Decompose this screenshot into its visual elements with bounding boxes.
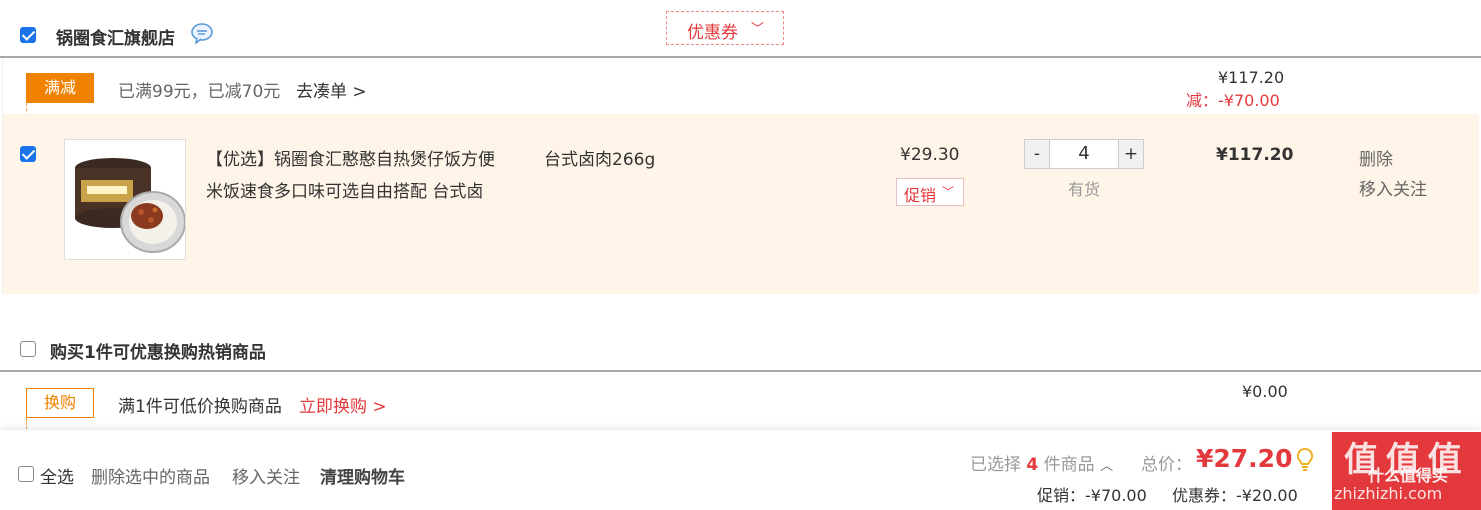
lightbulb-icon[interactable]	[1296, 447, 1314, 473]
promo-reduced: 减：-¥70.00	[1186, 91, 1280, 110]
exchange-link[interactable]: 立即换购 >	[299, 392, 387, 417]
delete-selected-link[interactable]: 删除选中的商品	[91, 463, 210, 488]
item-spec: 台式卤肉266g	[544, 150, 656, 170]
item-promo-button[interactable]: 促销 ﹀	[896, 178, 964, 206]
chevron-down-icon: ﹀	[942, 185, 955, 199]
section2-divider	[0, 370, 1481, 372]
coupon-button[interactable]: 优惠券 ﹀	[666, 11, 784, 45]
promo-tag: 满减	[26, 73, 94, 103]
footer-move-follow-link[interactable]: 移入关注	[232, 463, 300, 488]
exchange-amount: ¥0.00	[1242, 382, 1288, 401]
shop-name[interactable]: 锅圈食汇旗舰店	[56, 24, 175, 49]
item-title-line2[interactable]: 米饭速食多口味可选自由搭配 台式卤	[206, 177, 483, 202]
stock-status: 有货	[1068, 180, 1101, 199]
exchange-tag: 换购	[26, 388, 94, 418]
clear-cart-link[interactable]: 清理购物车	[320, 463, 405, 488]
watermark-domain: zhizhizhi.com	[1334, 484, 1443, 503]
promo-link[interactable]: 去凑单 >	[296, 77, 367, 102]
item-title-line1[interactable]: 【优选】锅圈食汇憨憨自热煲仔饭方便	[206, 145, 495, 170]
item-promo-label: 促销	[904, 186, 937, 205]
selected-suffix: 件商品	[1043, 455, 1095, 475]
item-checkbox[interactable]	[20, 146, 36, 162]
item-subtotal: ¥117.20	[1216, 145, 1294, 165]
promo-original-total: ¥117.20	[1218, 68, 1285, 87]
select-all-checkbox[interactable]	[18, 466, 34, 482]
chevron-down-icon: ﹀	[751, 22, 765, 37]
section2-title: 购买1件可优惠换购热销商品	[50, 343, 266, 363]
cart-item-row	[3, 114, 1479, 294]
promo-discount-text: 促销：-¥70.00	[1037, 486, 1147, 505]
checkout-button[interactable]: 值 值 值 什么值得买 zhizhizhi.com	[1332, 432, 1481, 510]
chevron-up-icon: ︿	[1100, 459, 1114, 474]
shop-checkbox[interactable]	[20, 27, 36, 43]
coupon-label: 优惠券	[687, 23, 738, 43]
selected-summary[interactable]: 已选择 4 件商品 ︿	[970, 450, 1113, 475]
total-price: ¥27.20	[1196, 444, 1293, 473]
promo-text: 已满99元，已减70元	[118, 82, 281, 102]
selected-count: 4	[1026, 455, 1039, 475]
item-image[interactable]	[64, 139, 186, 260]
select-all-label[interactable]: 全选	[40, 463, 74, 488]
delete-link[interactable]: 删除	[1359, 145, 1393, 170]
chat-bubble-icon[interactable]	[190, 22, 214, 45]
total-label: 总价：	[1141, 455, 1192, 475]
quantity-minus-button[interactable]: -	[1025, 140, 1050, 168]
coupon-discount-text: 优惠券：-¥20.00	[1172, 486, 1298, 505]
section2-checkbox[interactable]	[20, 341, 36, 357]
exchange-text: 满1件可低价换购商品	[118, 397, 282, 417]
quantity-plus-button[interactable]: +	[1118, 140, 1143, 168]
item-unit-price: ¥29.30	[900, 145, 960, 165]
quantity-input[interactable]: 4	[1050, 140, 1118, 168]
watermark-subtitle: 什么值得买	[1368, 466, 1449, 485]
selected-prefix: 已选择	[970, 455, 1021, 475]
move-to-follow-link[interactable]: 移入关注	[1359, 175, 1427, 200]
quantity-stepper: - 4 +	[1024, 139, 1144, 169]
